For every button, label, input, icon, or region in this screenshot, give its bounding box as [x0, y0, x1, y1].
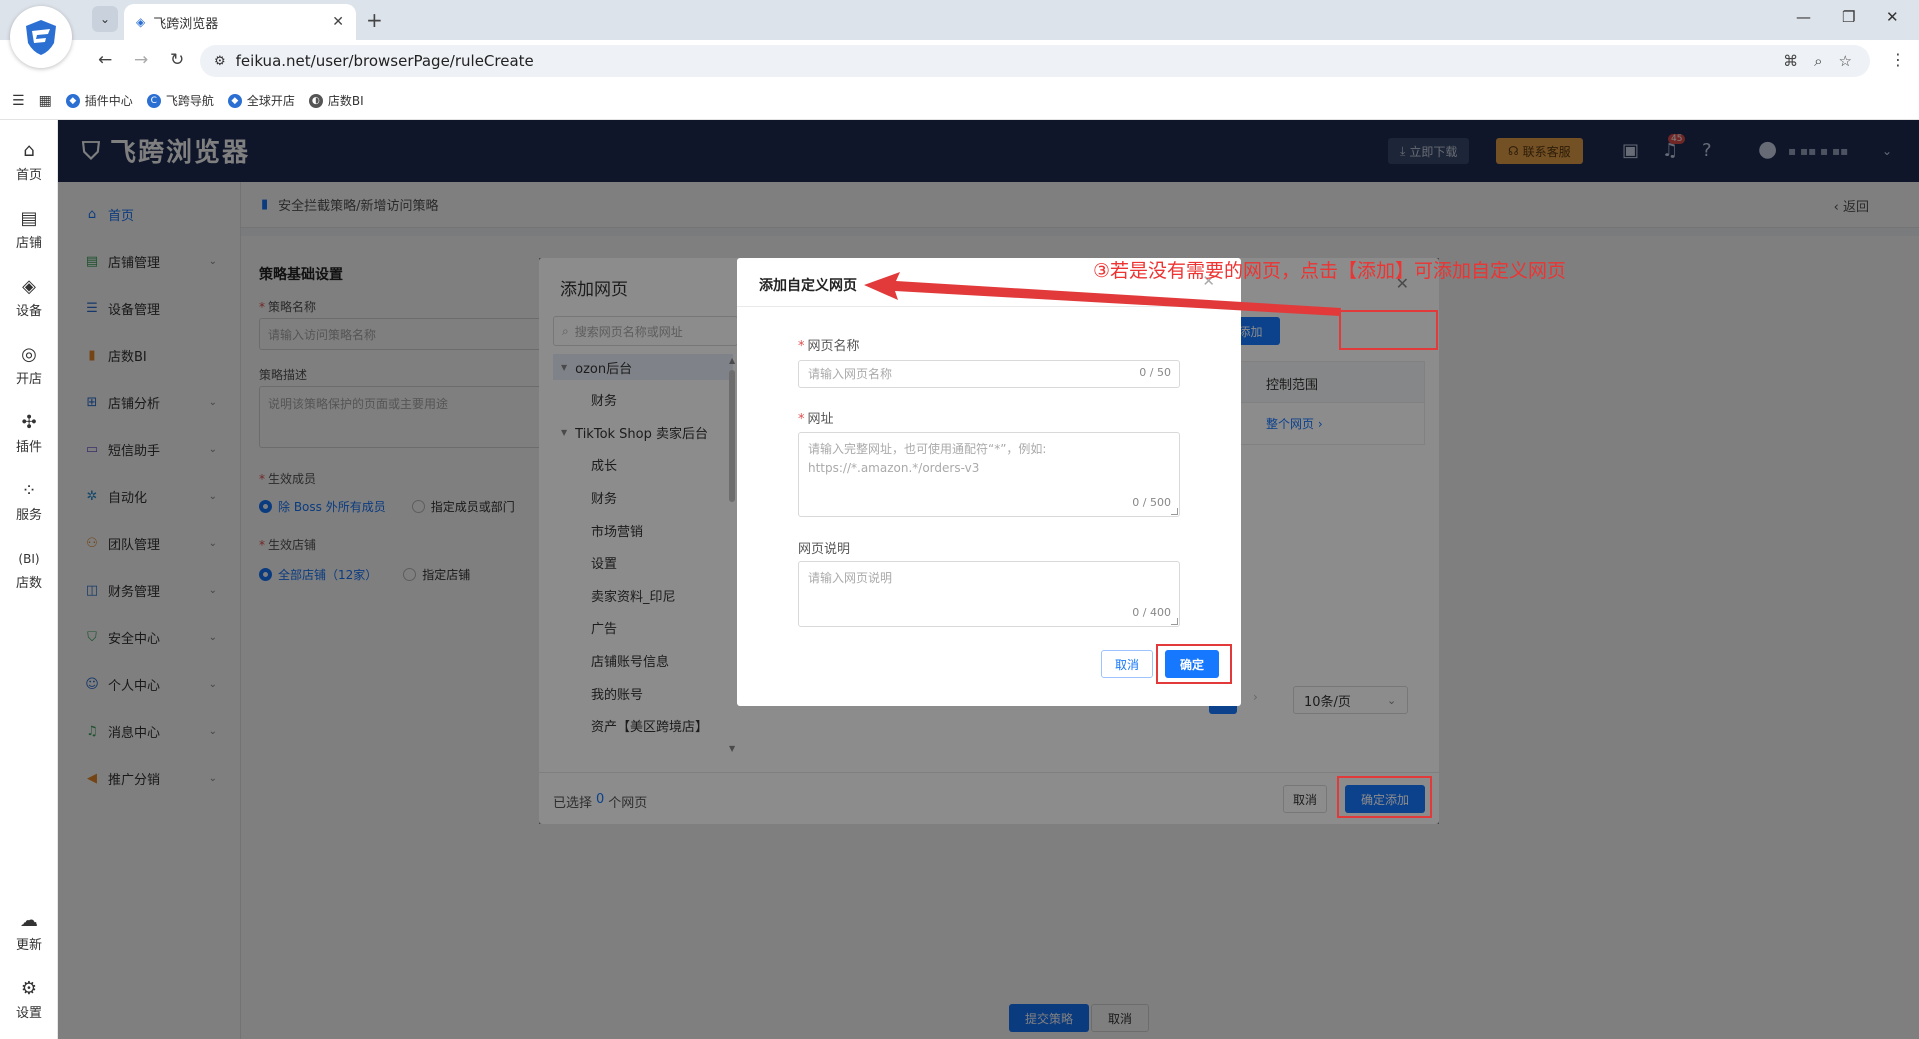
app-logo	[10, 6, 72, 68]
shield-logo-icon	[26, 20, 56, 55]
annotation-text: ③若是没有需要的网页，点击【添加】可添加自定义网页	[1093, 260, 1567, 282]
annotation-arrow	[864, 272, 1341, 316]
